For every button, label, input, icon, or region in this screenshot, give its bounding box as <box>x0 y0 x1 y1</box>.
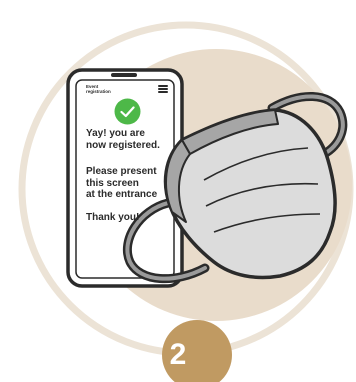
step-number: 2 <box>169 338 187 371</box>
check-circle-icon <box>114 98 141 125</box>
screen-header: Event registration <box>86 84 111 94</box>
hamburger-menu-icon[interactable] <box>158 85 168 93</box>
illustration: Event registration Yay! you are now regi… <box>0 0 356 382</box>
illustration-art <box>18 21 354 382</box>
registered-message: Yay! you are now registered. <box>86 128 160 151</box>
present-screen-message: Please present this screen at the entran… <box>86 166 158 200</box>
thank-you-message: Thank you! <box>86 212 140 223</box>
phone-screen: Event registration Yay! you are now regi… <box>80 82 172 280</box>
